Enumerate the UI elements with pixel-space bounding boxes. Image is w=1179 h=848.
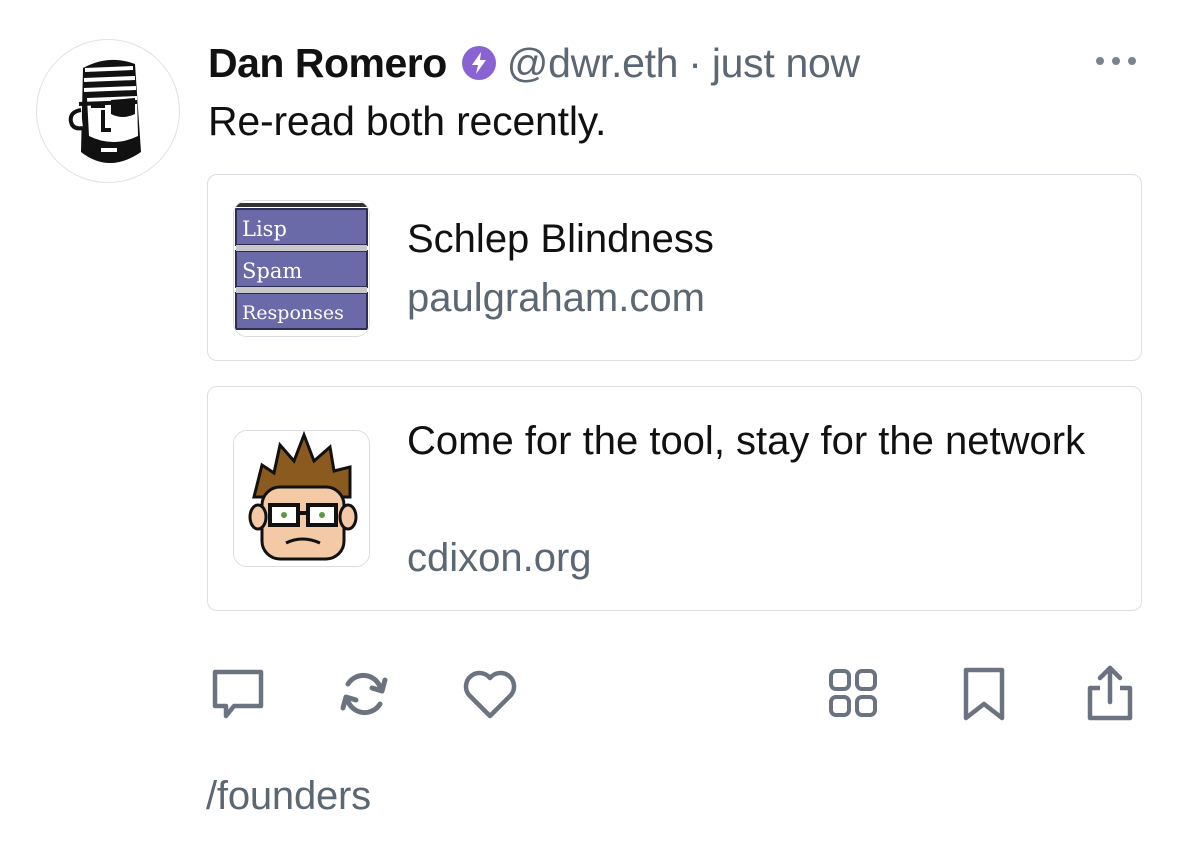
link-embed[interactable]: Lisp Spam Responses Schlep Blindness pau… bbox=[207, 174, 1142, 361]
recast-icon bbox=[340, 673, 388, 715]
bookmark-button[interactable] bbox=[954, 664, 1014, 724]
power-badge-icon bbox=[461, 45, 497, 81]
share-icon bbox=[1087, 665, 1133, 721]
heart-icon bbox=[463, 670, 517, 719]
link-embed[interactable]: Come for the tool, stay for the network … bbox=[207, 386, 1142, 611]
pirate-avatar-icon bbox=[68, 59, 141, 163]
thumb-menu-item: Responses bbox=[242, 302, 344, 324]
recast-button[interactable] bbox=[334, 664, 394, 724]
embed-thumbnail bbox=[233, 430, 370, 567]
embed-domain: paulgraham.com bbox=[407, 276, 705, 320]
reply-button[interactable] bbox=[208, 664, 268, 724]
author-handle[interactable]: @dwr.eth bbox=[507, 40, 679, 87]
separator: · bbox=[688, 39, 702, 86]
cdixon-cartoon-avatar bbox=[234, 431, 369, 566]
cast-header: Dan Romero @dwr.eth · just now bbox=[208, 38, 860, 88]
more-icon[interactable] bbox=[1094, 52, 1138, 70]
embed-domain: cdixon.org bbox=[407, 536, 592, 580]
thumb-menu-item: Lisp bbox=[242, 217, 287, 241]
author-avatar[interactable] bbox=[36, 39, 180, 183]
bookmark-icon bbox=[963, 667, 1005, 721]
embed-title: Come for the tool, stay for the network bbox=[407, 419, 1086, 463]
timestamp[interactable]: just now bbox=[712, 40, 860, 87]
thumb-menu-item: Spam bbox=[242, 259, 302, 283]
embed-title: Schlep Blindness bbox=[407, 217, 714, 261]
author-name[interactable]: Dan Romero bbox=[208, 40, 447, 87]
channel-link[interactable]: /founders bbox=[206, 774, 371, 819]
like-button[interactable] bbox=[460, 664, 520, 724]
grid-icon bbox=[829, 669, 877, 717]
comment-icon bbox=[212, 669, 264, 719]
apps-button[interactable] bbox=[824, 664, 884, 724]
share-button[interactable] bbox=[1080, 664, 1140, 724]
cast-text: Re-read both recently. bbox=[208, 98, 607, 144]
embed-thumbnail: Lisp Spam Responses bbox=[233, 200, 370, 337]
paulgraham-menu-thumbnail: Lisp Spam Responses bbox=[234, 201, 369, 336]
